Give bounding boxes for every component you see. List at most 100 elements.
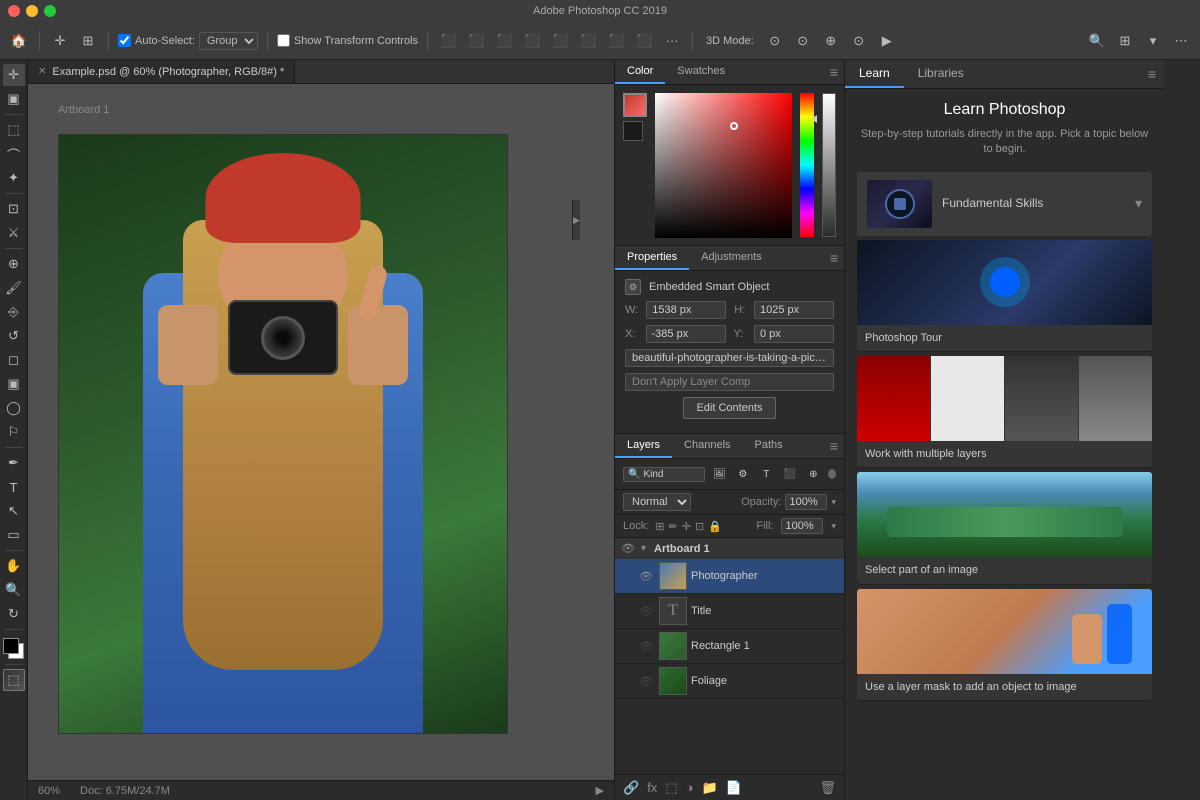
expand-icon[interactable]: ▾ <box>1142 30 1164 52</box>
quick-mask-tool[interactable]: ⬚ <box>3 669 25 691</box>
photographer-eye-icon[interactable]: 👁 <box>639 570 655 583</box>
color-picker[interactable] <box>655 93 792 238</box>
tab-channels[interactable]: Channels <box>672 434 742 458</box>
layer-mask-icon[interactable]: ⬚ <box>665 780 677 796</box>
auto-select-checkbox[interactable] <box>118 34 131 47</box>
lock-checkerboard-icon[interactable]: ⊞ <box>655 520 664 533</box>
tab-layers[interactable]: Layers <box>615 434 672 458</box>
artboard-eye-icon[interactable]: 👁 <box>621 542 637 555</box>
layers-search-box[interactable]: 🔍 Kind <box>623 467 705 482</box>
artboard-tool[interactable]: ▣ <box>3 88 25 110</box>
foreground-color[interactable] <box>3 638 25 660</box>
edit-contents-button[interactable]: Edit Contents <box>683 397 775 419</box>
home-icon[interactable]: 🏠 <box>8 30 30 52</box>
search-icon[interactable]: 🔍 <box>1086 30 1108 52</box>
tab-adjustments[interactable]: Adjustments <box>689 246 774 270</box>
y-field[interactable] <box>754 325 834 343</box>
3d-icon4[interactable]: ⊙ <box>848 30 870 52</box>
color-picker-dot[interactable] <box>730 122 738 130</box>
lock-all-icon[interactable]: 🔒 <box>708 520 722 533</box>
path-tool[interactable]: ↖ <box>3 500 25 522</box>
layer-effects-icon[interactable]: fx <box>647 780 657 795</box>
settings-icon[interactable]: ⋯ <box>1170 30 1192 52</box>
layer-filter-icon3[interactable]: T <box>758 463 776 485</box>
tab-color[interactable]: Color <box>615 60 665 84</box>
adjustment-layer-icon[interactable]: ◑ <box>686 780 694 795</box>
title-eye-icon[interactable]: 👁 <box>639 605 655 618</box>
tab-learn[interactable]: Learn <box>845 60 904 88</box>
layer-filter-icon5[interactable]: ⊕ <box>805 463 823 485</box>
delete-layer-icon[interactable]: 🗑 <box>819 780 836 796</box>
color-gradient[interactable] <box>655 93 792 238</box>
type-tool[interactable]: T <box>3 476 25 498</box>
layers-menu[interactable]: ≡ <box>830 438 838 454</box>
tab-properties[interactable]: Properties <box>615 246 689 270</box>
foliage-eye-icon[interactable]: 👁 <box>639 675 655 688</box>
new-layer-icon[interactable]: 📄 <box>726 780 742 796</box>
layer-filter-icon1[interactable]: 🖼 <box>711 463 729 485</box>
lock-move-icon[interactable]: ✛ <box>682 520 691 533</box>
3d-icon1[interactable]: ⊙ <box>764 30 786 52</box>
opacity-input[interactable] <box>785 494 827 510</box>
layer-row-title[interactable]: 👁 T Title <box>615 594 844 629</box>
group-select[interactable]: Group Layer <box>200 33 257 49</box>
x-field[interactable] <box>646 325 726 343</box>
align-icon3[interactable]: ⬛ <box>549 30 571 52</box>
align-center-icon[interactable]: ⬛ <box>465 30 487 52</box>
3d-icon5[interactable]: ▶ <box>876 30 898 52</box>
opacity-arrow[interactable]: ▾ <box>831 497 836 508</box>
tutorial-card-mask[interactable]: Use a layer mask to add an object to ima… <box>857 589 1152 701</box>
tab-paths[interactable]: Paths <box>743 434 795 458</box>
layer-row-photographer[interactable]: 👁 Photographer <box>615 559 844 594</box>
layer-comp-dropdown[interactable]: Don't Apply Layer Comp <box>625 373 834 391</box>
gradient-tool[interactable]: ▣ <box>3 373 25 395</box>
foreground-swatch[interactable] <box>623 93 647 117</box>
more-icon[interactable]: ··· <box>661 30 683 52</box>
distribute-icon2[interactable]: ⬛ <box>605 30 627 52</box>
magic-wand-tool[interactable]: ✦ <box>3 167 25 189</box>
layer-row-rectangle[interactable]: 👁 Rectangle 1 <box>615 629 844 664</box>
new-group-icon[interactable]: 📁 <box>701 780 717 796</box>
panel-collapse-handle[interactable]: ▶ <box>572 200 580 240</box>
zoom-tool[interactable]: 🔍 <box>3 579 25 601</box>
hand-tool[interactable]: ✋ <box>3 555 25 577</box>
link-layers-icon[interactable]: 🔗 <box>623 780 639 796</box>
w-field[interactable] <box>646 301 726 319</box>
artboard-row[interactable]: 👁 ▾ Artboard 1 <box>615 538 844 559</box>
lock-brush-icon[interactable]: ✏ <box>669 520 678 533</box>
fundamental-skills-header[interactable]: Fundamental Skills ▾ <box>857 172 1152 236</box>
crop-tool[interactable]: ⊡ <box>3 198 25 220</box>
eraser-tool[interactable]: ◻ <box>3 349 25 371</box>
tutorial-card-photoshop-tour[interactable]: Photoshop Tour <box>857 240 1152 352</box>
distribute-icon[interactable]: ⬛ <box>577 30 599 52</box>
fill-arrow[interactable]: ▾ <box>831 521 836 532</box>
align-icon2[interactable]: ⬛ <box>521 30 543 52</box>
shape-tool[interactable]: ▭ <box>3 524 25 546</box>
learn-panel-menu[interactable]: ≡ <box>1148 66 1156 82</box>
stamp-tool[interactable]: ⎆ <box>3 301 25 323</box>
canvas-workspace[interactable]: Artboard 1 <box>28 84 614 780</box>
marquee-tool[interactable]: ⬚ <box>3 119 25 141</box>
rotate-view-tool[interactable]: ↻ <box>3 603 25 625</box>
layer-filter-icon4[interactable]: ⬛ <box>781 463 799 485</box>
brush-tool[interactable]: 🖌 <box>3 277 25 299</box>
background-swatch[interactable] <box>623 121 643 141</box>
alpha-slider[interactable] <box>822 93 836 237</box>
tutorial-card-select[interactable]: Select part of an image <box>857 472 1152 584</box>
hue-slider[interactable] <box>800 93 814 237</box>
healing-tool[interactable]: ⊕ <box>3 253 25 275</box>
rect-eye-icon[interactable]: 👁 <box>639 640 655 653</box>
foreground-color-swatch[interactable] <box>3 638 19 654</box>
layer-row-foliage[interactable]: 👁 Foliage <box>615 664 844 699</box>
pen-tool[interactable]: ✒ <box>3 452 25 474</box>
view-icon[interactable]: ⊞ <box>1114 30 1136 52</box>
blur-tool[interactable]: ◯ <box>3 397 25 419</box>
align-right-icon[interactable]: ⬛ <box>493 30 515 52</box>
minimize-button[interactable] <box>26 5 38 17</box>
lock-artboard-icon[interactable]: ⊡ <box>695 520 704 533</box>
properties-menu[interactable]: ≡ <box>830 250 838 266</box>
artboard-collapse-icon[interactable]: ▾ <box>641 543 646 554</box>
distribute-icon3[interactable]: ⬛ <box>633 30 655 52</box>
transform-checkbox[interactable] <box>277 34 290 47</box>
slice-tool[interactable]: ⚔ <box>3 222 25 244</box>
